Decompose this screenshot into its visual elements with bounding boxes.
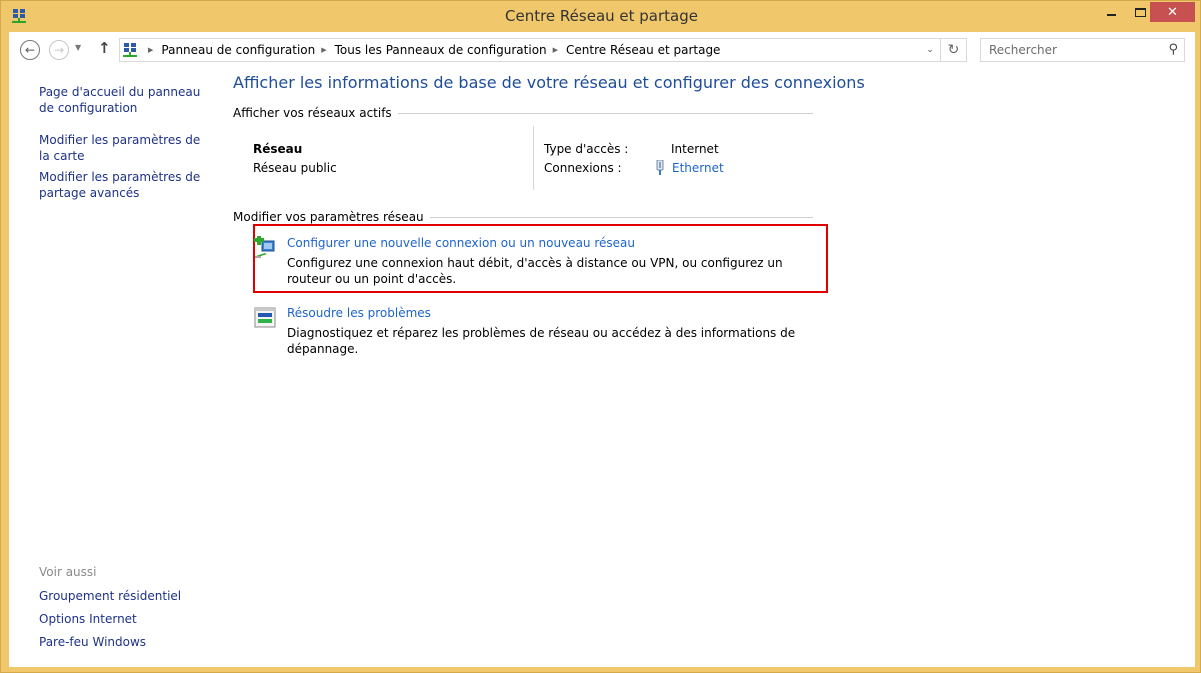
task-new-connection[interactable]: Configurer une nouvelle connexion ou un … — [253, 236, 823, 286]
close-button[interactable]: ✕ — [1150, 2, 1195, 22]
minimize-icon — [1106, 14, 1116, 16]
ethernet-label[interactable]: Ethernet — [672, 161, 724, 175]
chevron-down-icon: ⌄ — [926, 45, 934, 55]
forward-arrow-icon: → — [53, 43, 65, 57]
section-divider — [397, 112, 813, 114]
troubleshoot-link[interactable]: Résoudre les problèmes — [287, 306, 431, 320]
network-category: Réseau public — [253, 161, 337, 175]
control-panel-icon — [123, 43, 137, 57]
internet-options-link[interactable]: Options Internet — [39, 611, 209, 627]
change-advanced-sharing-link[interactable]: Modifier les paramètres de partage avanc… — [39, 169, 209, 201]
active-networks-label: Afficher vos réseaux actifs — [233, 106, 392, 120]
troubleshoot-icon — [254, 307, 276, 328]
access-type-value: Internet — [671, 142, 719, 156]
new-connection-description: Configurez une connexion haut débit, d'a… — [287, 256, 783, 286]
search-box[interactable]: ⚲ — [980, 38, 1185, 62]
task-troubleshoot[interactable]: Résoudre les problèmes Diagnostiquez et … — [253, 306, 823, 356]
close-icon: ✕ — [1167, 4, 1178, 20]
new-connection-link[interactable]: Configurer une nouvelle connexion ou un … — [287, 236, 635, 250]
breadcrumb-separator-icon[interactable]: ▶ — [148, 46, 153, 54]
connections-label: Connexions : — [544, 161, 622, 175]
minimize-button[interactable] — [1098, 2, 1124, 22]
section-divider — [429, 216, 813, 218]
change-settings-section: Modifier vos paramètres réseau — [233, 210, 813, 224]
vertical-divider — [533, 126, 534, 190]
breadcrumb-separator-icon[interactable]: ▶ — [553, 46, 558, 54]
see-also-label: Voir aussi — [39, 565, 97, 579]
access-type-label: Type d'accès : — [544, 142, 629, 156]
search-input[interactable] — [989, 43, 1159, 57]
active-networks-section: Afficher vos réseaux actifs — [233, 106, 813, 120]
address-dropdown-button[interactable]: ⌄ — [922, 39, 938, 61]
change-settings-label: Modifier vos paramètres réseau — [233, 210, 424, 224]
window: Centre Réseau et partage ✕ ← → ▼ ↑ ▶ Pan… — [0, 0, 1201, 673]
ethernet-connection-link[interactable]: Ethernet — [656, 160, 724, 175]
main-content: Afficher les informations de base de vot… — [233, 68, 1193, 667]
breadcrumb-network-center[interactable]: Centre Réseau et partage — [566, 43, 720, 57]
homegroup-link[interactable]: Groupement résidentiel — [39, 588, 209, 604]
network-name: Réseau — [253, 142, 303, 156]
troubleshoot-description: Diagnostiquez et réparez les problèmes d… — [287, 326, 796, 356]
page-heading: Afficher les informations de base de vot… — [233, 73, 865, 92]
up-arrow-icon: ↑ — [98, 39, 111, 57]
up-button[interactable]: ↑ — [98, 39, 111, 57]
maximize-icon — [1134, 7, 1146, 17]
title-bar[interactable]: Centre Réseau et partage ✕ — [1, 1, 1201, 32]
windows-firewall-link[interactable]: Pare-feu Windows — [39, 634, 209, 650]
back-button[interactable]: ← — [20, 40, 40, 60]
control-panel-home-link[interactable]: Page d'accueil du panneau de configurati… — [39, 84, 209, 116]
chevron-down-icon: ▼ — [75, 43, 82, 52]
left-pane: Page d'accueil du panneau de configurati… — [9, 68, 229, 667]
client-area: ← → ▼ ↑ ▶ Panneau de configuration ▶ Tou… — [9, 32, 1195, 667]
new-connection-icon — [254, 236, 275, 258]
breadcrumb-separator-icon[interactable]: ▶ — [321, 46, 326, 54]
breadcrumb-control-panel[interactable]: Panneau de configuration — [161, 43, 315, 57]
window-title: Centre Réseau et partage — [505, 7, 698, 25]
change-adapter-settings-link[interactable]: Modifier les paramètres de la carte — [39, 132, 209, 164]
ethernet-icon — [656, 160, 664, 175]
search-icon[interactable]: ⚲ — [1168, 42, 1178, 57]
recent-locations-button[interactable]: ▼ — [75, 43, 81, 52]
refresh-icon: ↻ — [947, 42, 960, 58]
breadcrumb-all-control-panels[interactable]: Tous les Panneaux de configuration — [335, 43, 547, 57]
refresh-button[interactable]: ↻ — [940, 39, 966, 61]
back-arrow-icon: ← — [24, 43, 36, 57]
forward-button[interactable]: → — [49, 40, 69, 60]
navigation-bar: ← → ▼ ↑ ▶ Panneau de configuration ▶ Tou… — [9, 32, 1195, 68]
address-bar[interactable]: ▶ Panneau de configuration ▶ Tous les Pa… — [119, 38, 967, 62]
